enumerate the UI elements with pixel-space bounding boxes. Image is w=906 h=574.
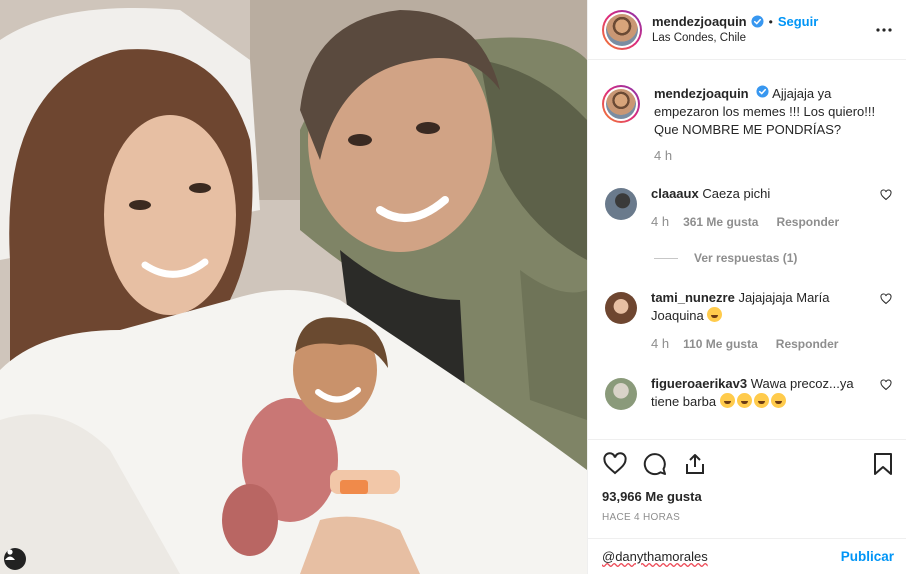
comment-item: figueroaerikav3 Wawa precoz...ya tiene b… xyxy=(588,375,906,411)
post-actions: 93,966 Me gusta HACE 4 HORAS xyxy=(588,439,906,523)
post-caption: mendezjoaquin Ajjajaja ya empezaron los … xyxy=(588,61,906,139)
rolling-laughing-face-icon xyxy=(770,393,786,408)
comment-item: claaaux Caeza pichi 4 h 361 Me gusta Res… xyxy=(588,185,906,231)
comment-item: tami_nunezre Jajajajaja María Joaquina 4… xyxy=(588,289,906,353)
caption-author-avatar[interactable] xyxy=(602,85,640,123)
grinning-face-icon xyxy=(707,307,723,322)
caption-username[interactable]: mendezjoaquin xyxy=(654,86,749,101)
comment-text: Caeza pichi xyxy=(702,186,771,201)
verified-badge-icon xyxy=(756,85,769,98)
commenter-username[interactable]: figueroaerikav3 xyxy=(651,376,747,391)
verified-badge-icon xyxy=(751,15,764,28)
comment-mention: @danythamorales xyxy=(602,549,708,564)
instagram-post: mendezjoaquin • Seguir Las Condes, Chile xyxy=(0,0,906,574)
more-options-icon[interactable] xyxy=(874,20,894,40)
separator-dot: • xyxy=(768,14,773,29)
bookmark-icon[interactable] xyxy=(870,451,896,477)
reply-button[interactable]: Responder xyxy=(776,335,839,353)
add-comment-bar: @danythamorales Publicar xyxy=(588,538,906,574)
tagged-user-icon[interactable] xyxy=(4,548,26,570)
replies-divider xyxy=(654,257,678,259)
author-username[interactable]: mendezjoaquin xyxy=(652,14,747,30)
post-time-ago[interactable]: HACE 4 HORAS xyxy=(588,506,906,523)
comment-timestamp[interactable]: 4 h xyxy=(651,335,669,353)
post-photo[interactable] xyxy=(0,0,587,574)
like-count[interactable]: 93,966 Me gusta xyxy=(588,488,906,506)
comment-timestamp[interactable]: 4 h xyxy=(651,213,669,231)
comment-likes[interactable]: 110 Me gusta xyxy=(683,335,758,353)
like-comment-heart-icon[interactable] xyxy=(880,379,892,391)
publish-button[interactable]: Publicar xyxy=(841,549,894,564)
view-replies-label: Ver respuestas (1) xyxy=(694,251,798,265)
commenter-username[interactable]: tami_nunezre xyxy=(651,290,735,305)
comment-input[interactable]: @danythamorales xyxy=(602,549,841,564)
comments-list[interactable]: mendezjoaquin Ajjajaja ya empezaron los … xyxy=(588,61,906,439)
reply-button[interactable]: Responder xyxy=(776,213,839,231)
post-side-panel: mendezjoaquin • Seguir Las Condes, Chile xyxy=(587,0,906,574)
rolling-laughing-face-icon xyxy=(736,393,752,408)
author-avatar[interactable] xyxy=(602,9,642,50)
photo-illustration xyxy=(0,0,587,574)
like-comment-heart-icon[interactable] xyxy=(880,189,892,201)
caption-timestamp[interactable]: 4 h xyxy=(588,139,906,173)
commenter-avatar[interactable] xyxy=(605,188,637,220)
person-icon xyxy=(5,549,15,560)
like-heart-icon[interactable] xyxy=(602,451,628,477)
author-info: mendezjoaquin • Seguir Las Condes, Chile xyxy=(652,14,874,46)
commenter-avatar[interactable] xyxy=(605,292,637,324)
comment-likes[interactable]: 361 Me gusta xyxy=(683,213,758,231)
commenter-username[interactable]: claaaux xyxy=(651,186,699,201)
post-header: mendezjoaquin • Seguir Las Condes, Chile xyxy=(588,0,906,60)
comment-bubble-icon[interactable] xyxy=(642,451,668,477)
share-icon[interactable] xyxy=(682,451,708,477)
commenter-avatar[interactable] xyxy=(605,378,637,410)
rolling-laughing-face-icon xyxy=(719,393,735,408)
rolling-laughing-face-icon xyxy=(753,393,769,408)
like-comment-heart-icon[interactable] xyxy=(880,293,892,305)
view-replies-button[interactable]: Ver respuestas (1) xyxy=(588,231,906,265)
follow-button[interactable]: Seguir xyxy=(778,14,818,30)
post-location[interactable]: Las Condes, Chile xyxy=(652,30,874,46)
